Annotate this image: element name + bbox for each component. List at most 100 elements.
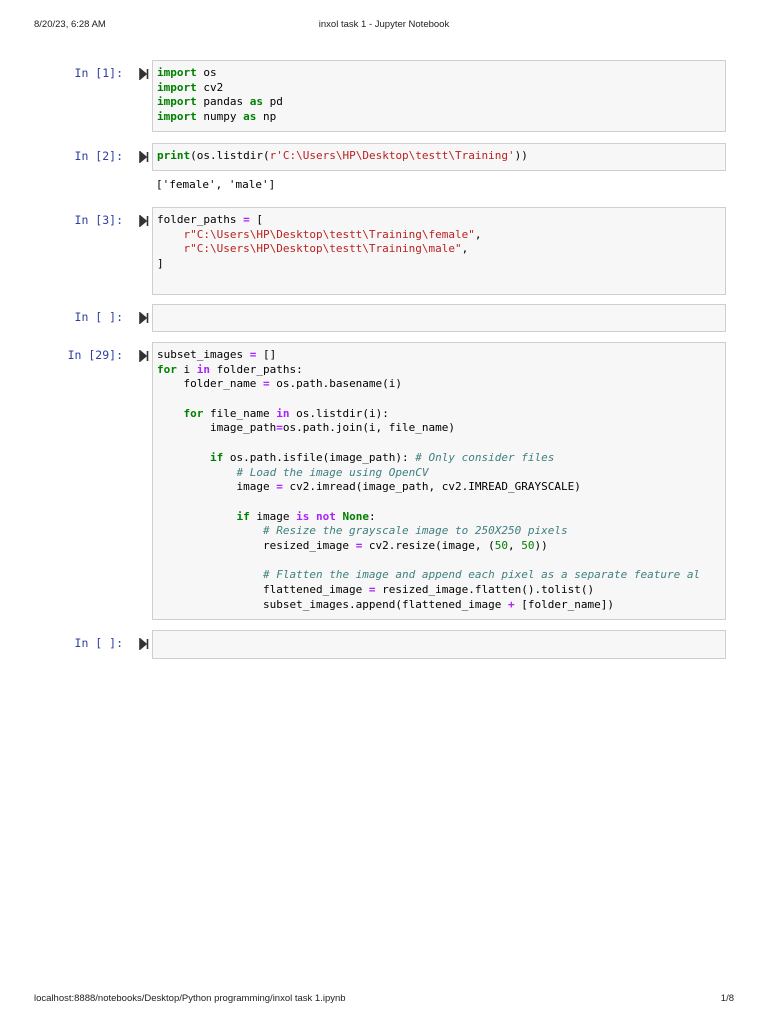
code-line: # Resize the grayscale image to 250X250 … <box>157 524 700 539</box>
code-input[interactable] <box>152 304 726 332</box>
code-input[interactable]: import os import cv2 import pandas as pd im… <box>152 60 726 132</box>
code-token: if <box>236 509 250 523</box>
code-token: resized_image.flatten().tolist() <box>375 583 595 596</box>
cell-prompt: In [2]: <box>74 149 123 163</box>
code-token: import <box>157 80 197 94</box>
code-token: file_name <box>203 406 277 420</box>
code-token: , <box>508 538 522 552</box>
code-token: , <box>461 242 469 256</box>
code-line: if os.path.isfile(image_path): # Only co… <box>157 451 700 466</box>
code-token: # Flatten the image and append each pixe… <box>262 568 701 582</box>
code-token: os.path.join(i, file_name) <box>282 421 456 435</box>
code-input[interactable]: folder_paths = [ r"C:\Users\HP\Desktop\t… <box>152 207 726 295</box>
code-token: os.path.isfile(image_path): <box>223 450 416 464</box>
code-token: as <box>243 110 257 124</box>
page-number: 1/8 <box>720 993 734 1004</box>
code-line: flattened_image = resized_image.flatten(… <box>157 583 700 598</box>
code-line: subset_images.append(flattened_image + [… <box>157 598 700 613</box>
code-line: ] <box>157 257 482 272</box>
code-token: [] <box>256 348 277 361</box>
code-input[interactable]: print(os.listdir(r'C:\Users\HP\Desktop\t… <box>152 143 726 171</box>
run-cell-icon[interactable] <box>139 311 149 325</box>
code-line: if image is not None: <box>157 510 700 525</box>
code-token: = <box>276 480 283 494</box>
code-token: import <box>157 66 197 79</box>
code-token: r"C:\Users\HP\Desktop\testt\Training\fem… <box>183 227 475 241</box>
code-token: for <box>183 406 204 420</box>
code-token: folder_name <box>157 377 263 391</box>
code-token: os.listdir(i): <box>289 406 389 420</box>
code-line: image = cv2.imread(image_path, cv2.IMREA… <box>157 480 700 495</box>
code-line: # Flatten the image and append each pixe… <box>157 568 700 583</box>
cell-prompt: In [1]: <box>74 66 123 80</box>
code-token: numpy <box>196 110 244 124</box>
code-token: subset_images.append(flattened_image <box>157 597 508 611</box>
run-cell-icon[interactable] <box>139 67 149 81</box>
code-token: in <box>196 362 210 376</box>
code-token: i <box>176 362 197 376</box>
code-token: print <box>157 149 191 162</box>
code-token: cv2.resize(image, ( <box>362 538 495 552</box>
code-token: image <box>157 480 277 494</box>
code-token: [folder_name]) <box>514 597 614 611</box>
code-token: folder_paths <box>157 213 244 226</box>
code-token: is <box>296 509 310 523</box>
code-token: = <box>276 421 283 435</box>
code-token: os <box>196 66 217 79</box>
code-token: 50 <box>521 538 535 552</box>
code-token: resized_image <box>157 538 356 552</box>
cell-prompt: In [ ]: <box>74 636 123 650</box>
code-text: print(os.listdir(r'C:\Users\HP\Desktop\t… <box>157 149 528 164</box>
code-token: os.path.basename(i) <box>269 377 403 391</box>
code-token: import <box>157 110 197 124</box>
code-line: # Load the image using OpenCV <box>157 466 700 481</box>
code-token: folder_paths: <box>210 362 303 376</box>
code-token: import <box>157 95 197 109</box>
code-line: folder_name = os.path.basename(i) <box>157 377 700 392</box>
code-input[interactable]: subset_images = [] for i in folder_paths:… <box>152 342 726 620</box>
run-cell-icon[interactable] <box>139 637 149 651</box>
cell-prompt: In [29]: <box>67 348 123 362</box>
code-token: r"C:\Users\HP\Desktop\testt\Training\mal… <box>183 242 462 256</box>
code-token: if <box>209 450 224 464</box>
code-token: 50 <box>494 538 509 552</box>
code-line: resized_image = cv2.resize(image, (50, 5… <box>157 539 700 554</box>
code-line: print(os.listdir(r'C:\Users\HP\Desktop\t… <box>157 149 528 164</box>
run-cell-icon[interactable] <box>139 214 149 228</box>
cell-output: ['female', 'male'] <box>156 178 276 191</box>
code-line: folder_paths = [ <box>157 213 482 228</box>
code-token: pandas <box>196 95 250 109</box>
code-token: image <box>249 509 297 523</box>
code-token: as <box>249 95 263 109</box>
code-text: folder_paths = [ r"C:\Users\HP\Desktop\t… <box>157 213 482 286</box>
code-token: = <box>368 583 376 596</box>
page-title: inxol task 1 - Jupyter Notebook <box>318 19 450 30</box>
code-line: r"C:\Users\HP\Desktop\testt\Training\mal… <box>157 242 482 257</box>
cell-prompt: In [3]: <box>74 213 123 227</box>
code-token: not <box>315 509 336 523</box>
code-line: r"C:\Users\HP\Desktop\testt\Training\fem… <box>157 228 482 243</box>
code-token: flattened_image <box>157 583 369 596</box>
code-token: # Only consider files <box>415 450 555 464</box>
code-line: import cv2 <box>157 81 283 96</box>
code-token: subset_images <box>157 348 250 361</box>
run-cell-icon[interactable] <box>139 349 149 363</box>
run-cell-icon[interactable] <box>139 150 149 164</box>
code-line: import pandas as pd <box>157 95 283 110</box>
code-token: in <box>276 406 290 420</box>
code-input[interactable] <box>152 630 726 659</box>
code-token: + <box>508 597 515 611</box>
code-token: = <box>262 377 270 391</box>
